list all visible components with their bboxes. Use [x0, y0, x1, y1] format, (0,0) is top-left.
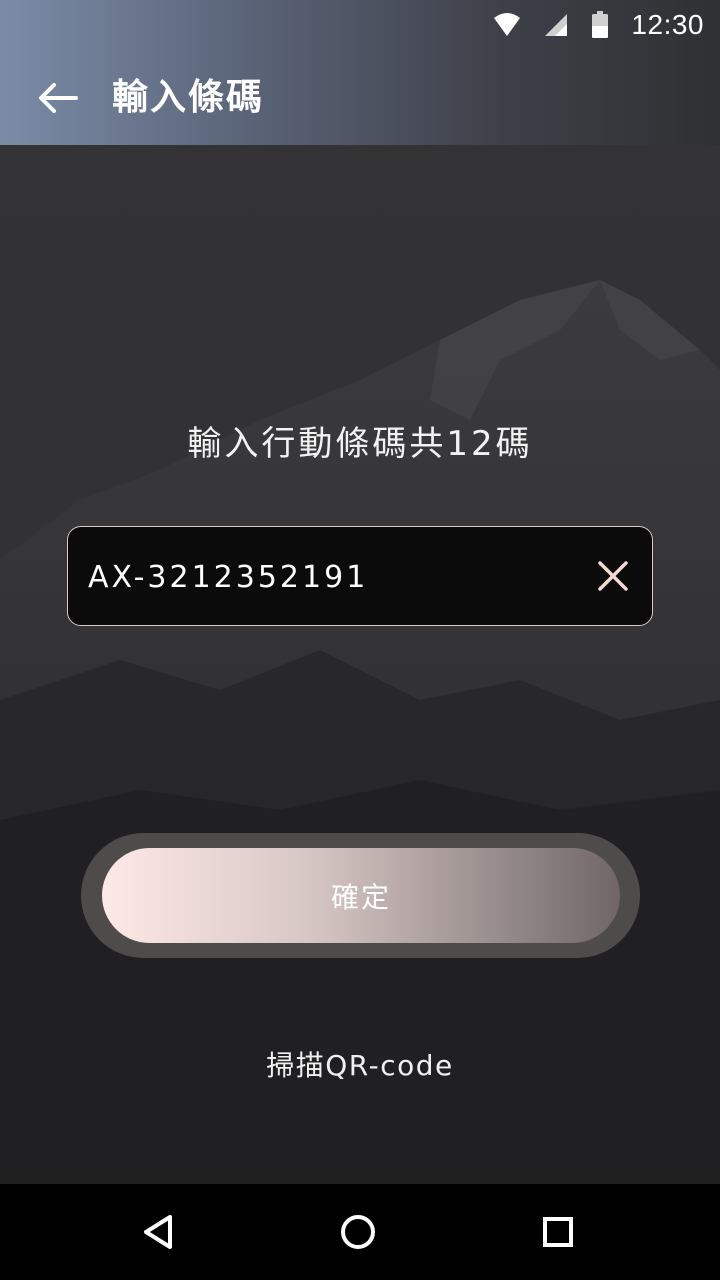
- barcode-input[interactable]: [88, 551, 568, 603]
- status-time: 12:30: [631, 9, 704, 40]
- battery-icon: [591, 11, 609, 39]
- confirm-button[interactable]: 確定: [102, 848, 620, 943]
- signal-icon: [543, 12, 569, 38]
- nav-recents-button[interactable]: [528, 1202, 588, 1262]
- nav-back-button[interactable]: [128, 1202, 188, 1262]
- close-icon: [598, 561, 628, 591]
- confirm-button-frame: 確定: [81, 833, 640, 958]
- back-arrow-icon: [39, 83, 78, 113]
- back-triangle-icon: [144, 1215, 172, 1249]
- page-title: 輸入條碼: [112, 77, 265, 118]
- recents-square-icon: [543, 1217, 573, 1247]
- home-circle-icon: [341, 1215, 375, 1249]
- nav-home-button[interactable]: [328, 1202, 388, 1262]
- barcode-entry-screen: 輸入條碼 12:30 輸入行動條碼共12碼 AX-3212352191 確定 掃…: [0, 0, 720, 1280]
- wifi-icon: [493, 12, 521, 38]
- back-button[interactable]: [34, 76, 82, 120]
- system-nav-bar: [0, 1184, 720, 1280]
- scan-qr-code-link[interactable]: 掃描QR-code: [0, 1044, 720, 1084]
- clear-button[interactable]: [596, 559, 630, 593]
- barcode-field: [67, 526, 653, 626]
- barcode-prompt: 輸入行動條碼共12碼: [187, 424, 533, 464]
- status-bar: 12:30: [0, 0, 720, 50]
